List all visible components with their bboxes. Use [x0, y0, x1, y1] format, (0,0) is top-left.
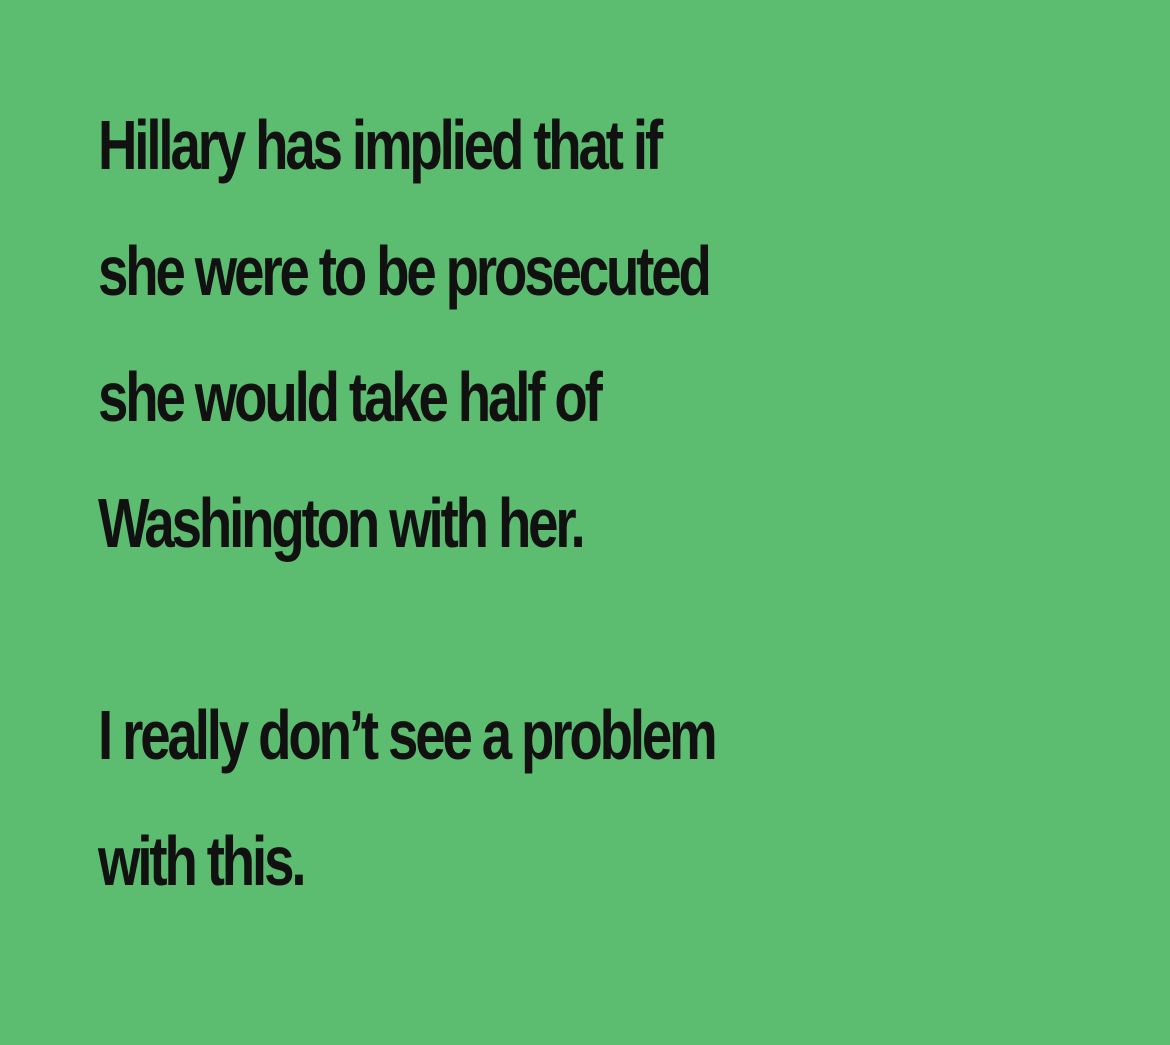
- statement-line-3: she would take half of: [98, 358, 603, 436]
- punchline-line-2: with this.: [98, 822, 307, 900]
- statement-line-4: Washington with her.: [98, 484, 586, 562]
- meme-canvas: Hillary has implied that if she were to …: [0, 0, 1170, 1045]
- punchline-line-1: I really don’t see a problem: [98, 696, 718, 774]
- statement-line-2: she were to be prosecuted: [98, 232, 712, 310]
- statement-line-1: Hillary has implied that if: [98, 106, 663, 184]
